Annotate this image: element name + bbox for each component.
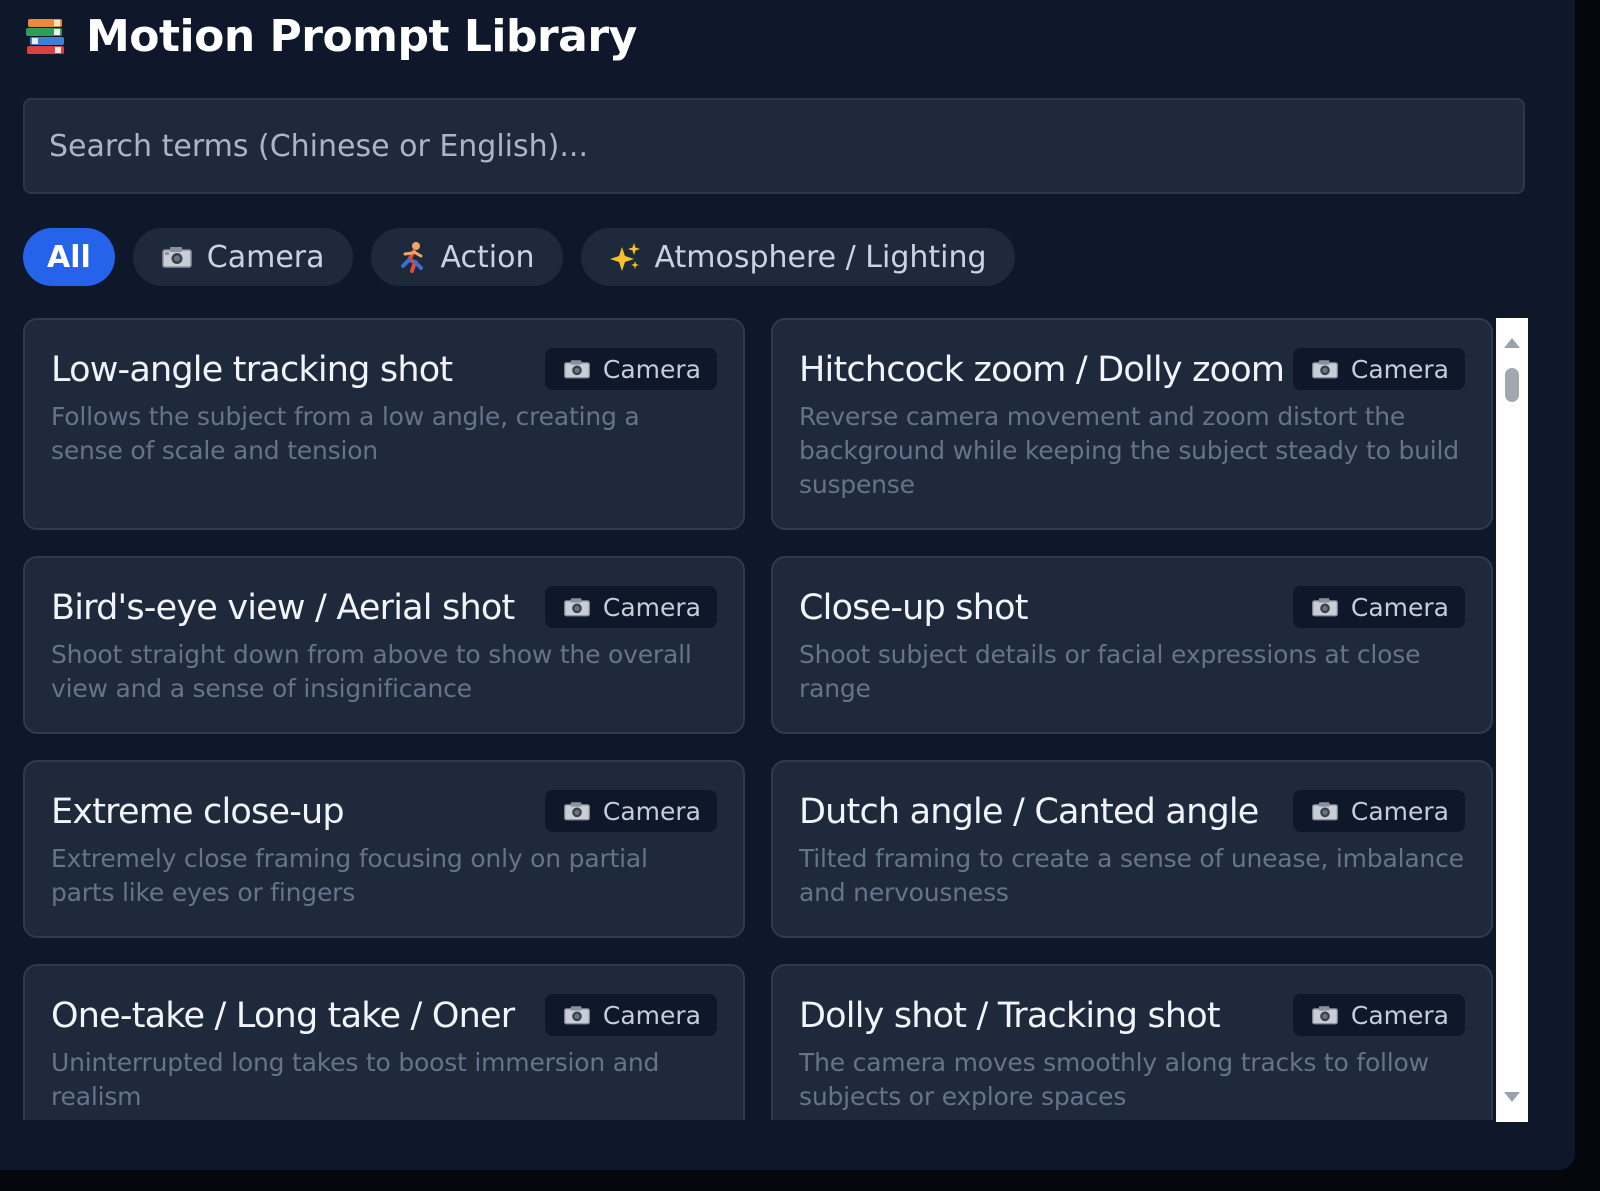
category-label: Camera [602,354,701,384]
card-header: Low-angle tracking shot Camera [51,348,717,392]
card-description: Uninterrupted long takes to boost immers… [51,1048,660,1111]
category-badge: Camera [544,994,717,1036]
term-card[interactable]: Low-angle tracking shot Camera Follows the… [23,318,745,530]
camera-icon [161,245,193,269]
category-label: Camera [602,592,701,622]
category-badge: Camera [1292,586,1465,628]
card-header: Dutch angle / Canted angle Camera [799,790,1465,834]
camera-icon [563,596,591,618]
filter-atmosphere-label: Atmosphere / Lighting [654,239,987,275]
card-description: Tilted framing to create a sense of unea… [799,844,1464,907]
scrollbar[interactable] [1496,318,1528,1122]
filter-action-label: Action [440,239,535,275]
card-title: Hitchcock zoom / Dolly zoom [799,350,1285,390]
filter-all[interactable]: All [23,228,115,286]
category-label: Camera [1350,1000,1449,1030]
card-description: Shoot subject details or facial expressi… [799,640,1421,703]
card-header: Extreme close-up Camera [51,790,717,834]
card-title: Dolly shot / Tracking shot [799,996,1221,1036]
card-header: One-take / Long take / Oner Camera [51,994,717,1038]
term-card[interactable]: Hitchcock zoom / Dolly zoom Camera Reverse… [771,318,1493,530]
scrollbar-thumb[interactable] [1505,368,1519,402]
category-label: Camera [602,796,701,826]
card-title: Bird's-eye view / Aerial shot [51,588,515,628]
filter-all-label: All [47,239,91,275]
filter-chips: All Camera Action Atmosphere / Lighting [23,228,1033,286]
card-header: Close-up shot Camera [799,586,1465,630]
term-card[interactable]: Dolly shot / Tracking shot Camera The came… [771,964,1493,1120]
term-card[interactable]: Bird's-eye view / Aerial shot Camera Shoot… [23,556,745,734]
card-description: Shoot straight down from above to show t… [51,640,692,703]
camera-icon [563,1004,591,1026]
search-input[interactable] [23,98,1525,194]
filter-atmosphere-lighting[interactable]: Atmosphere / Lighting [580,228,1015,286]
card-title: One-take / Long take / Oner [51,996,515,1036]
camera-icon [1311,596,1339,618]
card-title: Dutch angle / Canted angle [799,792,1259,832]
books-icon [24,16,86,56]
term-card[interactable]: Close-up shot Camera Shoot subject details… [771,556,1493,734]
header: Motion Prompt Library [24,8,637,64]
card-description: Extremely close framing focusing only on… [51,844,648,907]
sparkles-icon [609,241,641,273]
filter-action[interactable]: Action [370,228,563,286]
scroll-down-arrow-icon[interactable] [1504,1092,1520,1102]
filter-camera-label: Camera [206,239,325,275]
running-person-icon [399,241,427,273]
category-badge: Camera [544,586,717,628]
camera-icon [1311,1004,1339,1026]
category-label: Camera [1350,592,1449,622]
card-description: Reverse camera movement and zoom distort… [799,402,1459,499]
category-label: Camera [1350,354,1449,384]
camera-icon [563,800,591,822]
category-badge: Camera [544,348,717,390]
camera-icon [563,358,591,380]
scroll-up-arrow-icon[interactable] [1504,338,1520,348]
category-badge: Camera [1292,348,1465,390]
card-header: Dolly shot / Tracking shot Camera [799,994,1465,1038]
card-title: Extreme close-up [51,792,345,832]
term-list[interactable]: Low-angle tracking shot Camera Follows the… [23,318,1493,1120]
card-title: Close-up shot [799,588,1028,628]
card-title: Low-angle tracking shot [51,350,453,390]
category-label: Camera [602,1000,701,1030]
camera-icon [1311,800,1339,822]
camera-icon [1311,358,1339,380]
category-label: Camera [1350,796,1449,826]
term-card[interactable]: Dutch angle / Canted angle Camera Tilted f… [771,760,1493,938]
term-grid: Low-angle tracking shot Camera Follows the… [23,318,1493,1120]
category-badge: Camera [1292,790,1465,832]
filter-camera[interactable]: Camera [132,228,353,286]
card-header: Bird's-eye view / Aerial shot Camera [51,586,717,630]
term-card[interactable]: Extreme close-up Camera Extremely close fr… [23,760,745,938]
app-panel: Motion Prompt Library All Camera [0,0,1575,1170]
category-badge: Camera [544,790,717,832]
card-description: Follows the subject from a low angle, cr… [51,402,640,465]
card-header: Hitchcock zoom / Dolly zoom Camera [799,348,1465,392]
page-title: Motion Prompt Library [86,10,637,62]
category-badge: Camera [1292,994,1465,1036]
card-description: The camera moves smoothly along tracks t… [799,1048,1429,1111]
term-card[interactable]: One-take / Long take / Oner Camera Uninter… [23,964,745,1120]
